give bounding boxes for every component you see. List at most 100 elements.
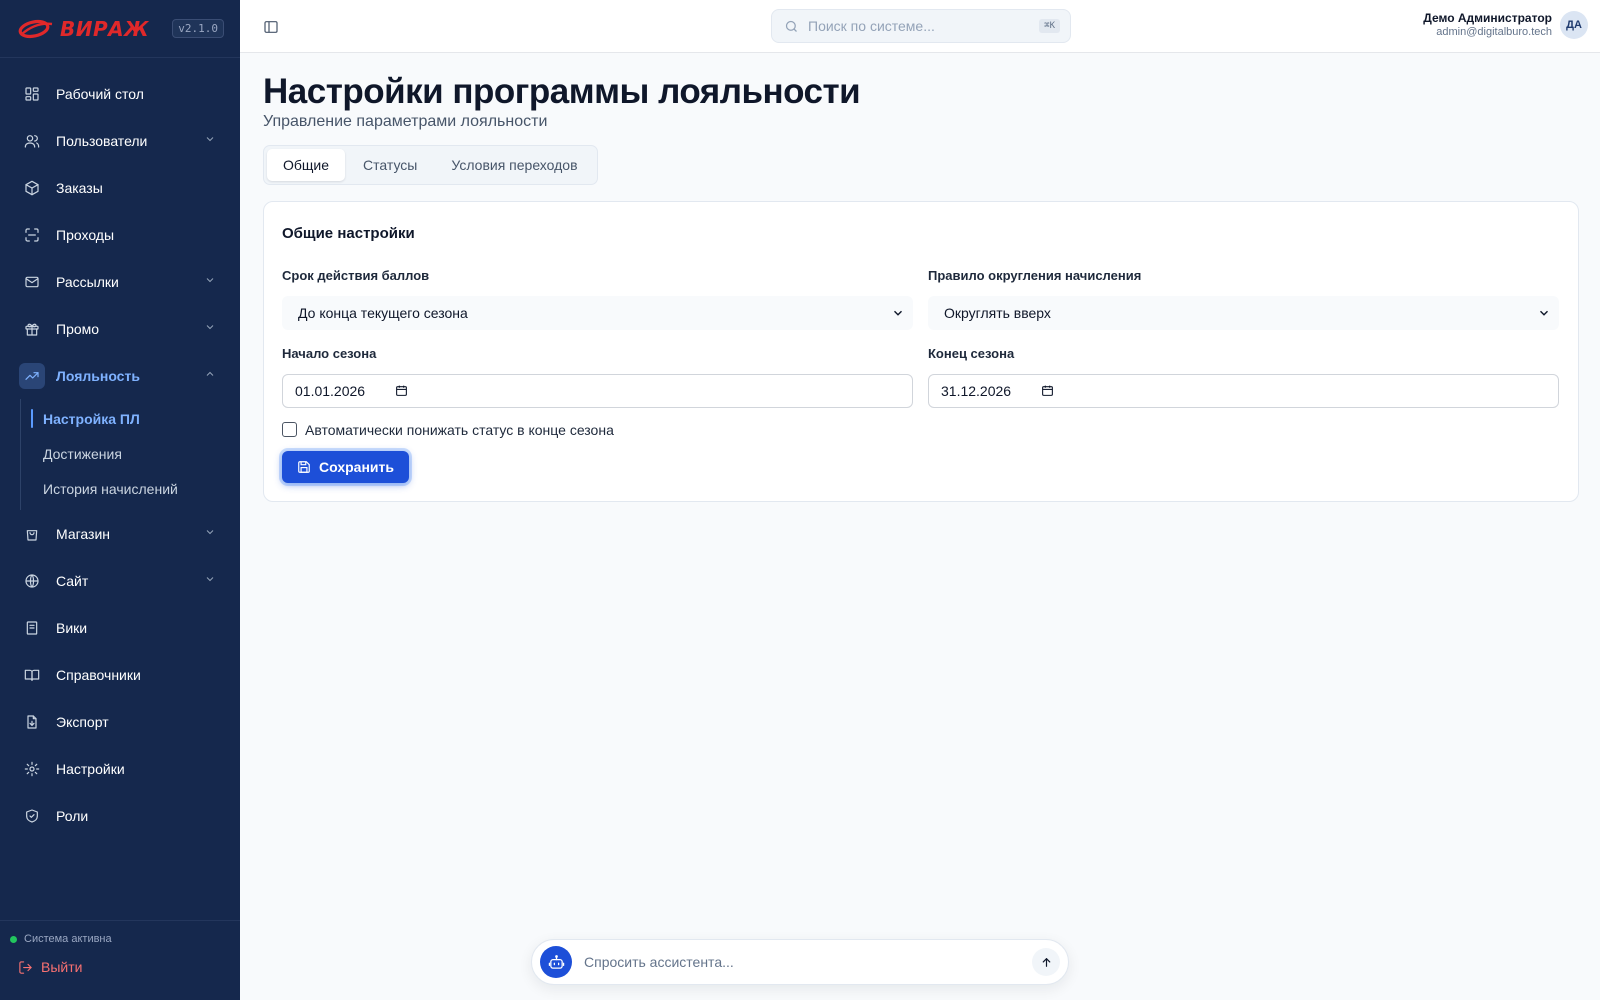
sidebar-item-label: Промо — [56, 320, 100, 337]
save-button-label: Сохранить — [319, 458, 394, 475]
chevron-down-icon — [204, 320, 216, 338]
rounding-rule-field: Правило округления начисления Округлять … — [928, 268, 1559, 330]
sidebar-item-label: Рассылки — [56, 273, 119, 290]
sidebar-item-label: Лояльность — [56, 367, 140, 384]
season-end-field: Конец сезона 31.12.2026 — [928, 346, 1559, 408]
sidebar-item-wiki[interactable]: Вики — [0, 604, 240, 651]
logout-icon — [19, 960, 32, 974]
logout-label: Выйти — [41, 959, 83, 975]
brand-swoosh-icon — [18, 19, 53, 38]
sidebar-item-passes[interactable]: Проходы — [0, 211, 240, 258]
auto-downgrade-row: Автоматически понижать статус в конце се… — [282, 422, 1560, 438]
sidebar-item-dashboard[interactable]: Рабочий стол — [0, 70, 240, 117]
search-shortcut-badge: ⌘K — [1039, 19, 1060, 33]
sidebar-item-roles[interactable]: Роли — [0, 792, 240, 839]
sidebar-item-site[interactable]: Сайт — [0, 557, 240, 604]
dashboard-icon — [22, 84, 42, 104]
tab-general[interactable]: Общие — [267, 148, 346, 181]
points-expiry-select[interactable]: До конца текущего сезона — [282, 295, 913, 330]
loyalty-subnav: Настройка ПЛ Достижения История начислен… — [20, 399, 240, 510]
top-header: ⌘K Демо Администратор admin@digitalburo.… — [240, 0, 1600, 53]
subnav-item-accrual-history[interactable]: История начислений — [21, 471, 240, 506]
settings-form: Срок действия баллов До конца текущего с… — [282, 268, 1560, 408]
sidebar-item-loyalty[interactable]: Лояльность — [0, 352, 240, 399]
sidebar-item-label: Экспорт — [56, 713, 109, 730]
chevron-down-icon — [204, 572, 216, 590]
sidebar-toggle-button[interactable] — [260, 16, 282, 38]
brand-logo[interactable]: ВИРАЖ — [18, 17, 149, 41]
sidebar-item-label: Пользователи — [56, 132, 148, 149]
book-icon — [22, 618, 42, 638]
sidebar-footer: Система активна Выйти — [0, 920, 240, 1000]
save-button[interactable]: Сохранить — [282, 450, 409, 483]
mail-icon — [22, 272, 42, 292]
main-content: Настройки программы лояльности Управлени… — [263, 53, 1579, 502]
user-email: admin@digitalburo.tech — [1436, 25, 1552, 38]
sidebar-item-references[interactable]: Справочники — [0, 651, 240, 698]
assistant-input[interactable] — [584, 954, 1032, 970]
avatar[interactable]: ДА — [1560, 11, 1588, 39]
points-expiry-field: Срок действия баллов До конца текущего с… — [282, 268, 913, 330]
version-badge: v2.1.0 — [172, 19, 224, 38]
package-icon — [22, 178, 42, 198]
chevron-down-icon — [204, 273, 216, 291]
chevron-down-icon — [204, 525, 216, 543]
sidebar-item-label: Справочники — [56, 666, 141, 683]
users-icon — [22, 131, 42, 151]
sidebar-item-mailings[interactable]: Рассылки — [0, 258, 240, 305]
file-export-icon — [22, 712, 42, 732]
sidebar-item-shop[interactable]: Магазин — [0, 510, 240, 557]
save-icon — [298, 460, 310, 473]
season-start-field: Начало сезона 01.01.2026 — [282, 346, 913, 408]
season-start-label: Начало сезона — [282, 345, 377, 361]
search-input[interactable] — [808, 18, 1040, 34]
trending-up-icon — [19, 362, 45, 389]
calendar-icon[interactable] — [395, 384, 408, 397]
book-open-icon — [22, 665, 42, 685]
arrow-up-icon — [1042, 957, 1050, 967]
chevron-down-icon — [204, 132, 216, 150]
sidebar-item-label: Магазин — [56, 525, 111, 542]
season-end-input[interactable]: 31.12.2026 — [928, 373, 1559, 408]
assistant-send-button[interactable] — [1032, 948, 1060, 976]
sidebar-item-label: Вики — [56, 619, 88, 636]
sidebar-item-orders[interactable]: Заказы — [0, 164, 240, 211]
sidebar-item-promo[interactable]: Промо — [0, 305, 240, 352]
global-search[interactable]: ⌘K — [771, 9, 1071, 43]
sidebar-item-settings[interactable]: Настройки — [0, 745, 240, 792]
calendar-icon[interactable] — [1041, 384, 1054, 397]
gear-icon — [22, 759, 42, 779]
assistant-avatar — [540, 946, 572, 978]
sidebar-item-users[interactable]: Пользователи — [0, 117, 240, 164]
bot-icon — [548, 954, 564, 969]
subnav-item-achievements[interactable]: Достижения — [21, 436, 240, 471]
auto-downgrade-checkbox[interactable] — [282, 422, 297, 437]
sidebar-item-label: Роли — [56, 807, 89, 824]
subnav-item-loyalty-settings[interactable]: Настройка ПЛ — [21, 401, 240, 436]
season-end-label: Конец сезона — [928, 345, 1015, 361]
status-dot — [10, 935, 17, 943]
chevron-down-icon — [1540, 310, 1548, 316]
page-subtitle: Управление параметрами лояльности — [263, 112, 548, 130]
user-name: Демо Администратор — [1423, 10, 1552, 25]
chevron-down-icon — [894, 310, 902, 316]
panel-left-icon — [264, 21, 278, 33]
sidebar-item-label: Сайт — [56, 572, 89, 589]
season-start-input[interactable]: 01.01.2026 — [282, 373, 913, 408]
rounding-rule-select[interactable]: Округлять вверх — [928, 295, 1559, 330]
rounding-rule-label: Правило округления начисления — [928, 267, 1142, 283]
shopping-bag-icon — [22, 524, 42, 544]
sidebar-nav: Рабочий стол Пользователи Заказы Проходы… — [0, 58, 240, 839]
system-status-text: Система активна — [24, 933, 112, 945]
logout-button[interactable]: Выйти — [18, 959, 230, 975]
settings-tabs: Общие Статусы Условия переходов — [263, 144, 598, 185]
user-menu[interactable]: Демо Администратор admin@digitalburo.tec… — [1423, 11, 1588, 39]
sidebar-item-export[interactable]: Экспорт — [0, 698, 240, 745]
search-icon — [785, 20, 797, 32]
tab-statuses[interactable]: Статусы — [347, 149, 433, 181]
auto-downgrade-label: Автоматически понижать статус в конце се… — [305, 421, 614, 438]
sidebar: ВИРАЖ v2.1.0 Рабочий стол Пользователи З… — [0, 0, 240, 1000]
user-info: Демо Администратор admin@digitalburo.tec… — [1423, 10, 1552, 38]
tab-transition-conditions[interactable]: Условия переходов — [435, 149, 593, 181]
system-status: Система активна — [10, 933, 230, 945]
